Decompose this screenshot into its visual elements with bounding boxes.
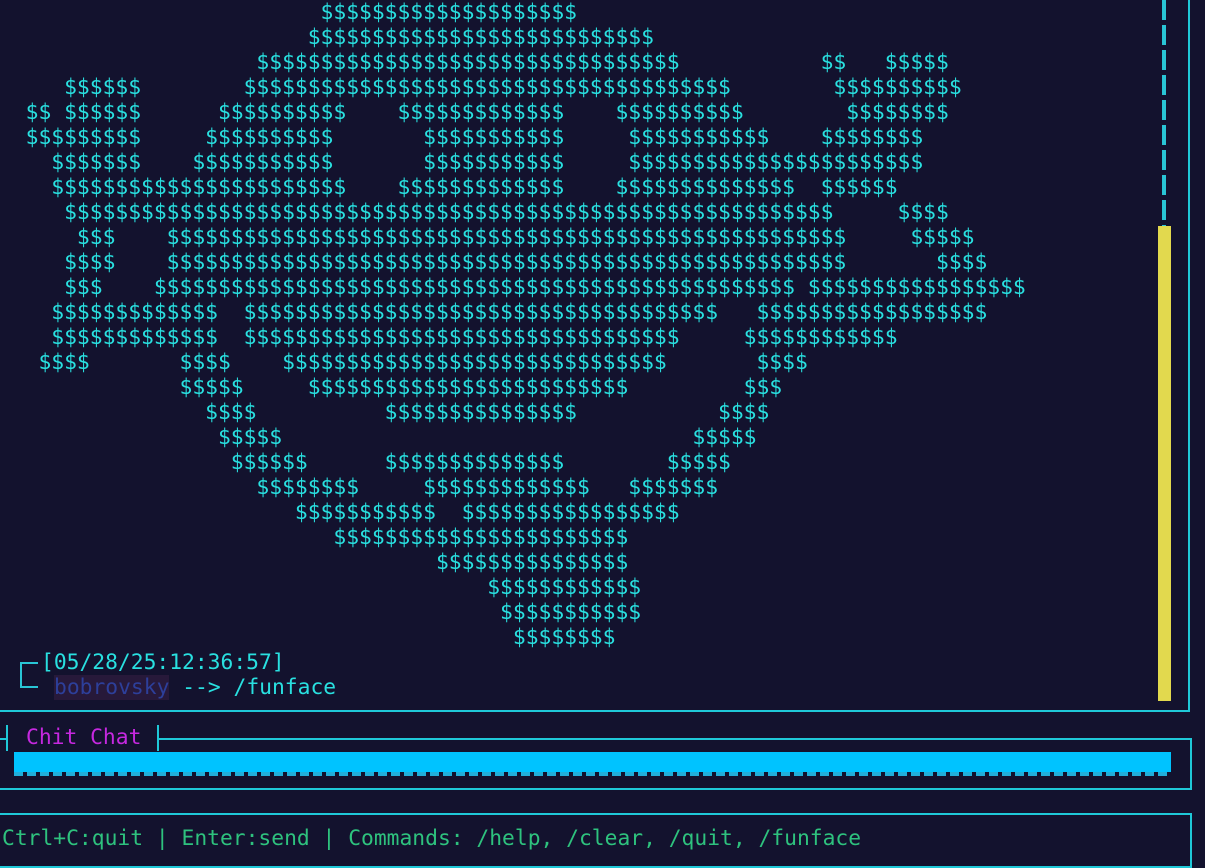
message-username: bobrovsky: [54, 675, 170, 700]
message-arrow: -->: [169, 675, 234, 700]
message-line: bobrovsky --> /funface: [54, 675, 336, 700]
input-panel-title: Chit Chat: [26, 725, 142, 750]
message-bracket: [20, 662, 38, 688]
input-panel-title-tab: Chit Chat: [6, 725, 160, 751]
message-timestamp: [05/28/25:12:36:57]: [41, 650, 285, 675]
message-input[interactable]: [14, 752, 1171, 772]
scrollbar-track[interactable]: [1162, 0, 1166, 226]
input-underline: [14, 772, 1171, 776]
ascii-art-funface: $$$$$$$$$$$$$$$$$$$$ $$$$$$$$$$$$$$$$$$$…: [25, 0, 1026, 650]
scrollbar-thumb[interactable]: [1158, 226, 1171, 701]
status-bar-text: Ctrl+C:quit | Enter:send | Commands: /he…: [2, 826, 862, 851]
message-command: /funface: [233, 675, 337, 700]
